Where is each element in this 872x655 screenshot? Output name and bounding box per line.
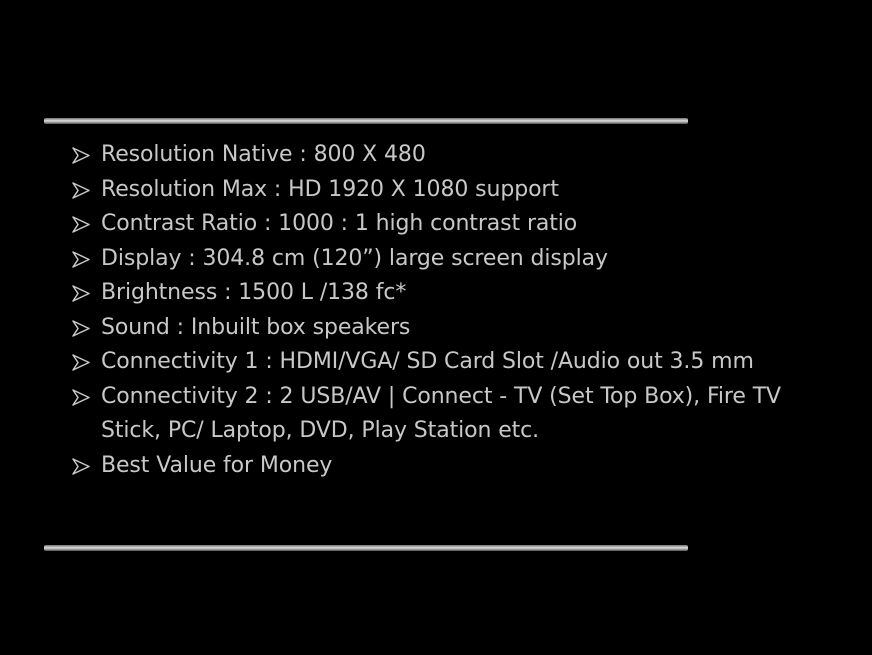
arrowhead-bullet-icon (72, 138, 94, 173)
arrowhead-bullet-icon (72, 449, 94, 484)
list-item-text: Connectivity 2 : 2 USB/AV | Connect - TV… (101, 383, 781, 444)
bottom-divider (44, 545, 688, 551)
feature-list: Resolution Native : 800 X 480 Resolution… (72, 138, 812, 483)
list-item-text: Resolution Max : HD 1920 X 1080 support (101, 176, 559, 202)
arrowhead-bullet-icon (72, 207, 94, 242)
list-item: Best Value for Money (72, 449, 812, 484)
list-item: Display : 304.8 cm (120”) large screen d… (72, 242, 812, 277)
arrowhead-bullet-icon (72, 276, 94, 311)
list-item: Resolution Native : 800 X 480 (72, 138, 812, 173)
arrowhead-bullet-icon (72, 380, 94, 415)
list-item: Connectivity 2 : 2 USB/AV | Connect - TV… (72, 380, 812, 449)
list-item: Connectivity 1 : HDMI/VGA/ SD Card Slot … (72, 345, 812, 380)
list-item: Sound : Inbuilt box speakers (72, 311, 812, 346)
arrowhead-bullet-icon (72, 311, 94, 346)
arrowhead-bullet-icon (72, 242, 94, 277)
list-item-text: Display : 304.8 cm (120”) large screen d… (101, 245, 608, 271)
list-item: Resolution Max : HD 1920 X 1080 support (72, 173, 812, 208)
list-item-text: Best Value for Money (101, 452, 333, 478)
list-item-text: Sound : Inbuilt box speakers (101, 314, 411, 340)
list-item-text: Brightness : 1500 L /138 fc* (101, 280, 407, 305)
list-item: Contrast Ratio : 1000 : 1 high contrast … (72, 207, 812, 242)
arrowhead-bullet-icon (72, 345, 94, 380)
list-item-text: Connectivity 1 : HDMI/VGA/ SD Card Slot … (101, 349, 754, 374)
top-divider (44, 118, 688, 124)
list-item-text: Contrast Ratio : 1000 : 1 high contrast … (101, 211, 578, 236)
arrowhead-bullet-icon (72, 173, 94, 208)
list-item: Brightness : 1500 L /138 fc* (72, 276, 812, 311)
list-item-text: Resolution Native : 800 X 480 (101, 142, 426, 167)
